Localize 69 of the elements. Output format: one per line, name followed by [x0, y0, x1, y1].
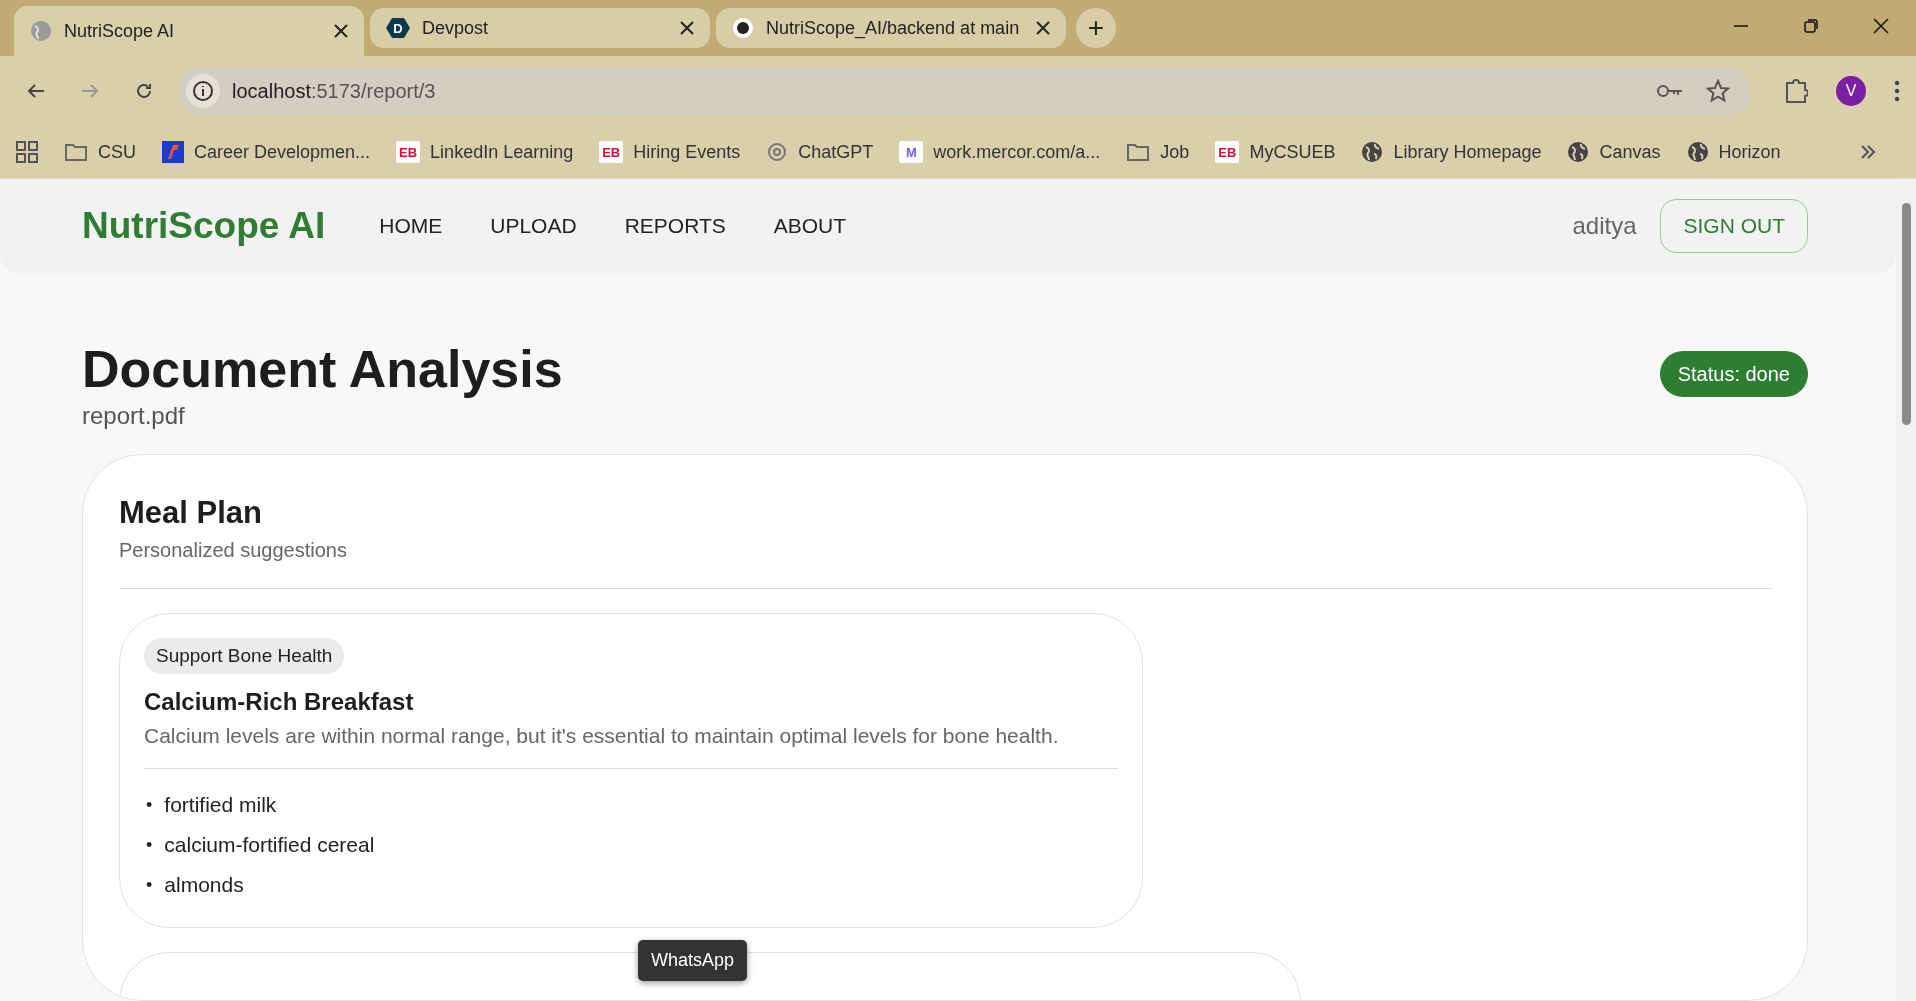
browser-tab[interactable]: NutriScope AI	[14, 6, 364, 56]
bookmark[interactable]: Job	[1126, 141, 1190, 163]
globe-icon	[1686, 141, 1709, 163]
food-item: almonds	[164, 872, 244, 899]
bookmark[interactable]: EB Hiring Events	[599, 141, 741, 163]
status-badge: Status: done	[1659, 351, 1808, 397]
puzzle-icon[interactable]	[1784, 78, 1808, 104]
bullet: •	[146, 874, 153, 898]
info-icon[interactable]	[186, 74, 220, 108]
nav-link[interactable]: ABOUT	[773, 214, 847, 238]
folder-icon	[64, 142, 88, 162]
bookmark[interactable]: Library Homepage	[1361, 141, 1542, 163]
section-subtitle: Personalized suggestions	[119, 539, 348, 563]
bookmark[interactable]: EB LinkedIn Learning	[396, 141, 574, 163]
address-bar[interactable]: localhost:5173/report/3	[178, 67, 1750, 115]
nav-link[interactable]: HOME	[379, 214, 443, 238]
browser-tab[interactable]: NutriScope_AI/backend at main	[716, 8, 1066, 48]
close-icon	[1873, 18, 1889, 34]
tab-title: NutriScope AI	[64, 20, 176, 42]
new-tab-button[interactable]: +	[1076, 8, 1116, 48]
page-title: Document Analysis	[82, 341, 563, 399]
bullet: •	[146, 834, 153, 858]
bookmark[interactable]: Canvas	[1567, 141, 1661, 163]
close-icon[interactable]	[334, 24, 348, 38]
meal-title: Calcium-Rich Breakfast	[144, 688, 415, 717]
star-icon[interactable]	[1706, 79, 1730, 103]
reload-icon	[134, 81, 154, 101]
logo-icon: M	[899, 141, 924, 163]
url-text: localhost:5173/report/3	[232, 79, 437, 103]
close-icon[interactable]	[1036, 21, 1050, 35]
folder-icon	[1126, 142, 1151, 162]
file-name: report.pdf	[82, 402, 186, 431]
bookmark[interactable]: Horizon	[1686, 141, 1781, 163]
bullet: •	[146, 794, 153, 818]
food-item: calcium-fortified cereal	[164, 832, 375, 859]
globe-icon	[1361, 141, 1384, 163]
bookmark[interactable]: Career Developmen...	[162, 141, 371, 163]
bookmark[interactable]: ChatGPT	[766, 141, 874, 163]
bookmark[interactable]: CSU	[64, 141, 136, 163]
scrollbar[interactable]	[1896, 179, 1916, 1001]
logo-icon: EB	[396, 141, 421, 163]
username: aditya	[1572, 212, 1637, 240]
globe-icon	[1567, 141, 1590, 163]
minimize-icon	[1733, 25, 1749, 27]
bookmark[interactable]: EB MyCSUEB	[1215, 141, 1336, 163]
browser-tab[interactable]: D Devpost	[370, 8, 710, 48]
profile-avatar[interactable]: V	[1836, 76, 1866, 106]
tab-title: Devpost	[422, 17, 490, 39]
section-title: Meal Plan	[119, 495, 263, 532]
logo-icon: EB	[1215, 141, 1240, 163]
chevrons-icon[interactable]	[1860, 145, 1876, 159]
logo-icon: EB	[599, 141, 624, 163]
globe-icon	[30, 20, 52, 42]
menu-icon[interactable]	[1894, 80, 1900, 102]
brand-logo[interactable]: NutriScope AI	[82, 205, 326, 247]
food-item: fortified milk	[164, 792, 277, 819]
goal-tag: Support Bone Health	[144, 638, 345, 675]
app-logo-icon	[162, 141, 184, 163]
tab-title: NutriScope_AI/backend at main	[766, 17, 1021, 39]
meal-description: Calcium levels are within normal range, but it's essential to maintain optimal levels for bone health.	[144, 724, 1060, 749]
nav-link[interactable]: REPORTS	[624, 214, 726, 238]
sign-out-button[interactable]: SIGN OUT	[1660, 199, 1808, 253]
nav-link[interactable]: UPLOAD	[490, 214, 577, 238]
tooltip: WhatsApp	[638, 940, 748, 981]
close-icon[interactable]	[680, 21, 694, 35]
restore-icon	[1803, 18, 1819, 34]
hexagon-logo-icon: D	[386, 16, 410, 40]
apps-grid-icon[interactable]	[16, 141, 38, 163]
bookmark[interactable]: M work.mercor.com/a...	[899, 141, 1101, 163]
